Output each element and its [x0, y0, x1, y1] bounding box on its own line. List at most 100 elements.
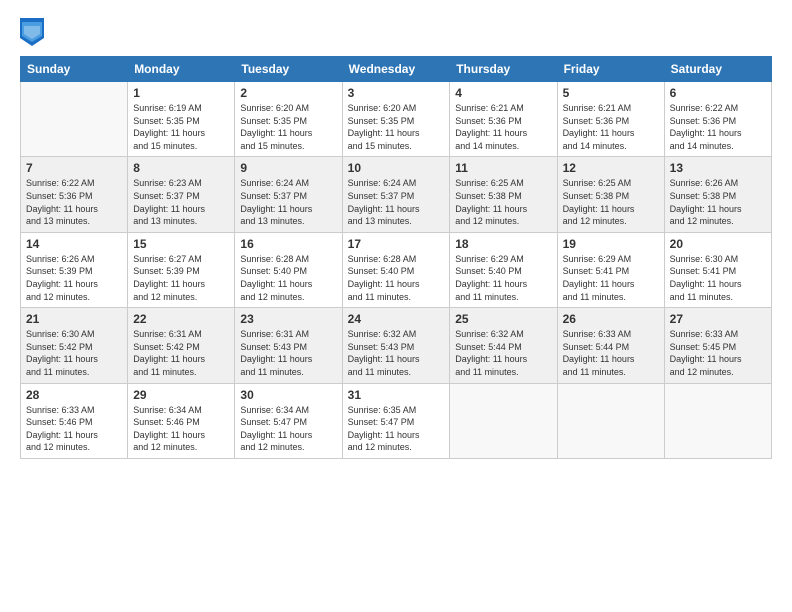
calendar-cell: 2 Sunrise: 6:20 AM Sunset: 5:35 PM Daylig…: [235, 82, 342, 157]
day-info: Sunrise: 6:24 AM Sunset: 5:37 PM Dayligh…: [348, 177, 445, 227]
day-info: Sunrise: 6:28 AM Sunset: 5:40 PM Dayligh…: [348, 253, 445, 303]
calendar-cell: 25 Sunrise: 6:32 AM Sunset: 5:44 PM Dayli…: [450, 308, 557, 383]
day-info: Sunrise: 6:30 AM Sunset: 5:41 PM Dayligh…: [670, 253, 766, 303]
day-info: Sunrise: 6:25 AM Sunset: 5:38 PM Dayligh…: [455, 177, 551, 227]
day-info: Sunrise: 6:22 AM Sunset: 5:36 PM Dayligh…: [26, 177, 122, 227]
day-number: 15: [133, 237, 229, 251]
calendar-cell: 11Sunrise: 6:25 AM Sunset: 5:38 PM Dayli…: [450, 157, 557, 232]
week-row: 21Sunrise: 6:30 AM Sunset: 5:42 PM Dayli…: [21, 308, 772, 383]
day-number: 2: [240, 86, 336, 100]
calendar-cell: 24 Sunrise: 6:32 AM Sunset: 5:43 PM Dayli…: [342, 308, 450, 383]
calendar-cell: 6 Sunrise: 6:22 AM Sunset: 5:36 PM Daylig…: [664, 82, 771, 157]
day-info: Sunrise: 6:33 AM Sunset: 5:44 PM Dayligh…: [563, 328, 659, 378]
day-info: Sunrise: 6:34 AM Sunset: 5:47 PM Dayligh…: [240, 404, 336, 454]
day-info: Sunrise: 6:26 AM Sunset: 5:38 PM Dayligh…: [670, 177, 766, 227]
calendar-cell: [21, 82, 128, 157]
calendar: SundayMondayTuesdayWednesdayThursdayFrid…: [20, 56, 772, 459]
day-number: 7: [26, 161, 122, 175]
calendar-cell: 20 Sunrise: 6:30 AM Sunset: 5:41 PM Dayli…: [664, 232, 771, 307]
calendar-cell: 19 Sunrise: 6:29 AM Sunset: 5:41 PM Dayli…: [557, 232, 664, 307]
calendar-cell: 1 Sunrise: 6:19 AM Sunset: 5:35 PM Daylig…: [128, 82, 235, 157]
day-number: 27: [670, 312, 766, 326]
day-number: 18: [455, 237, 551, 251]
day-header: Friday: [557, 57, 664, 82]
day-number: 24: [348, 312, 445, 326]
day-header: Monday: [128, 57, 235, 82]
calendar-cell: 10 Sunrise: 6:24 AM Sunset: 5:37 PM Dayli…: [342, 157, 450, 232]
day-number: 31: [348, 388, 445, 402]
day-number: 14: [26, 237, 122, 251]
day-info: Sunrise: 6:31 AM Sunset: 5:43 PM Dayligh…: [240, 328, 336, 378]
calendar-cell: 9Sunrise: 6:24 AM Sunset: 5:37 PM Daylig…: [235, 157, 342, 232]
week-row: 7 Sunrise: 6:22 AM Sunset: 5:36 PM Daylig…: [21, 157, 772, 232]
day-info: Sunrise: 6:30 AM Sunset: 5:42 PM Dayligh…: [26, 328, 122, 378]
day-header: Tuesday: [235, 57, 342, 82]
day-info: Sunrise: 6:26 AM Sunset: 5:39 PM Dayligh…: [26, 253, 122, 303]
day-info: Sunrise: 6:23 AM Sunset: 5:37 PM Dayligh…: [133, 177, 229, 227]
day-number: 3: [348, 86, 445, 100]
calendar-cell: 18 Sunrise: 6:29 AM Sunset: 5:40 PM Dayli…: [450, 232, 557, 307]
calendar-body: 1 Sunrise: 6:19 AM Sunset: 5:35 PM Daylig…: [21, 82, 772, 459]
calendar-cell: 22Sunrise: 6:31 AM Sunset: 5:42 PM Dayli…: [128, 308, 235, 383]
day-number: 10: [348, 161, 445, 175]
calendar-cell: 15 Sunrise: 6:27 AM Sunset: 5:39 PM Dayli…: [128, 232, 235, 307]
day-info: Sunrise: 6:29 AM Sunset: 5:41 PM Dayligh…: [563, 253, 659, 303]
day-number: 4: [455, 86, 551, 100]
week-row: 14 Sunrise: 6:26 AM Sunset: 5:39 PM Dayli…: [21, 232, 772, 307]
day-info: Sunrise: 6:20 AM Sunset: 5:35 PM Dayligh…: [348, 102, 445, 152]
day-number: 22: [133, 312, 229, 326]
day-info: Sunrise: 6:22 AM Sunset: 5:36 PM Dayligh…: [670, 102, 766, 152]
day-info: Sunrise: 6:27 AM Sunset: 5:39 PM Dayligh…: [133, 253, 229, 303]
calendar-cell: 5 Sunrise: 6:21 AM Sunset: 5:36 PM Daylig…: [557, 82, 664, 157]
calendar-cell: 13Sunrise: 6:26 AM Sunset: 5:38 PM Dayli…: [664, 157, 771, 232]
calendar-header: SundayMondayTuesdayWednesdayThursdayFrid…: [21, 57, 772, 82]
day-number: 12: [563, 161, 659, 175]
day-info: Sunrise: 6:19 AM Sunset: 5:35 PM Dayligh…: [133, 102, 229, 152]
week-row: 1 Sunrise: 6:19 AM Sunset: 5:35 PM Daylig…: [21, 82, 772, 157]
calendar-cell: 12 Sunrise: 6:25 AM Sunset: 5:38 PM Dayli…: [557, 157, 664, 232]
calendar-cell: 28 Sunrise: 6:33 AM Sunset: 5:46 PM Dayli…: [21, 383, 128, 458]
day-number: 23: [240, 312, 336, 326]
day-header: Saturday: [664, 57, 771, 82]
calendar-cell: 7 Sunrise: 6:22 AM Sunset: 5:36 PM Daylig…: [21, 157, 128, 232]
day-info: Sunrise: 6:32 AM Sunset: 5:43 PM Dayligh…: [348, 328, 445, 378]
day-number: 5: [563, 86, 659, 100]
day-info: Sunrise: 6:21 AM Sunset: 5:36 PM Dayligh…: [563, 102, 659, 152]
day-info: Sunrise: 6:32 AM Sunset: 5:44 PM Dayligh…: [455, 328, 551, 378]
calendar-cell: 14 Sunrise: 6:26 AM Sunset: 5:39 PM Dayli…: [21, 232, 128, 307]
day-header: Thursday: [450, 57, 557, 82]
day-info: Sunrise: 6:21 AM Sunset: 5:36 PM Dayligh…: [455, 102, 551, 152]
day-number: 20: [670, 237, 766, 251]
week-row: 28 Sunrise: 6:33 AM Sunset: 5:46 PM Dayli…: [21, 383, 772, 458]
day-number: 6: [670, 86, 766, 100]
calendar-cell: 26 Sunrise: 6:33 AM Sunset: 5:44 PM Dayli…: [557, 308, 664, 383]
calendar-cell: [450, 383, 557, 458]
calendar-cell: 8 Sunrise: 6:23 AM Sunset: 5:37 PM Daylig…: [128, 157, 235, 232]
calendar-cell: 27 Sunrise: 6:33 AM Sunset: 5:45 PM Dayli…: [664, 308, 771, 383]
calendar-cell: 21Sunrise: 6:30 AM Sunset: 5:42 PM Dayli…: [21, 308, 128, 383]
day-info: Sunrise: 6:28 AM Sunset: 5:40 PM Dayligh…: [240, 253, 336, 303]
day-info: Sunrise: 6:35 AM Sunset: 5:47 PM Dayligh…: [348, 404, 445, 454]
calendar-cell: 17Sunrise: 6:28 AM Sunset: 5:40 PM Dayli…: [342, 232, 450, 307]
page: SundayMondayTuesdayWednesdayThursdayFrid…: [0, 0, 792, 612]
day-header: Sunday: [21, 57, 128, 82]
header-row: SundayMondayTuesdayWednesdayThursdayFrid…: [21, 57, 772, 82]
day-number: 26: [563, 312, 659, 326]
calendar-cell: [557, 383, 664, 458]
day-number: 8: [133, 161, 229, 175]
day-info: Sunrise: 6:25 AM Sunset: 5:38 PM Dayligh…: [563, 177, 659, 227]
calendar-cell: 3 Sunrise: 6:20 AM Sunset: 5:35 PM Daylig…: [342, 82, 450, 157]
day-info: Sunrise: 6:33 AM Sunset: 5:45 PM Dayligh…: [670, 328, 766, 378]
day-number: 28: [26, 388, 122, 402]
day-info: Sunrise: 6:34 AM Sunset: 5:46 PM Dayligh…: [133, 404, 229, 454]
day-info: Sunrise: 6:29 AM Sunset: 5:40 PM Dayligh…: [455, 253, 551, 303]
day-number: 19: [563, 237, 659, 251]
day-info: Sunrise: 6:33 AM Sunset: 5:46 PM Dayligh…: [26, 404, 122, 454]
day-number: 30: [240, 388, 336, 402]
day-info: Sunrise: 6:20 AM Sunset: 5:35 PM Dayligh…: [240, 102, 336, 152]
day-info: Sunrise: 6:24 AM Sunset: 5:37 PM Dayligh…: [240, 177, 336, 227]
day-number: 1: [133, 86, 229, 100]
calendar-cell: 16Sunrise: 6:28 AM Sunset: 5:40 PM Dayli…: [235, 232, 342, 307]
day-number: 25: [455, 312, 551, 326]
header: [20, 18, 772, 46]
